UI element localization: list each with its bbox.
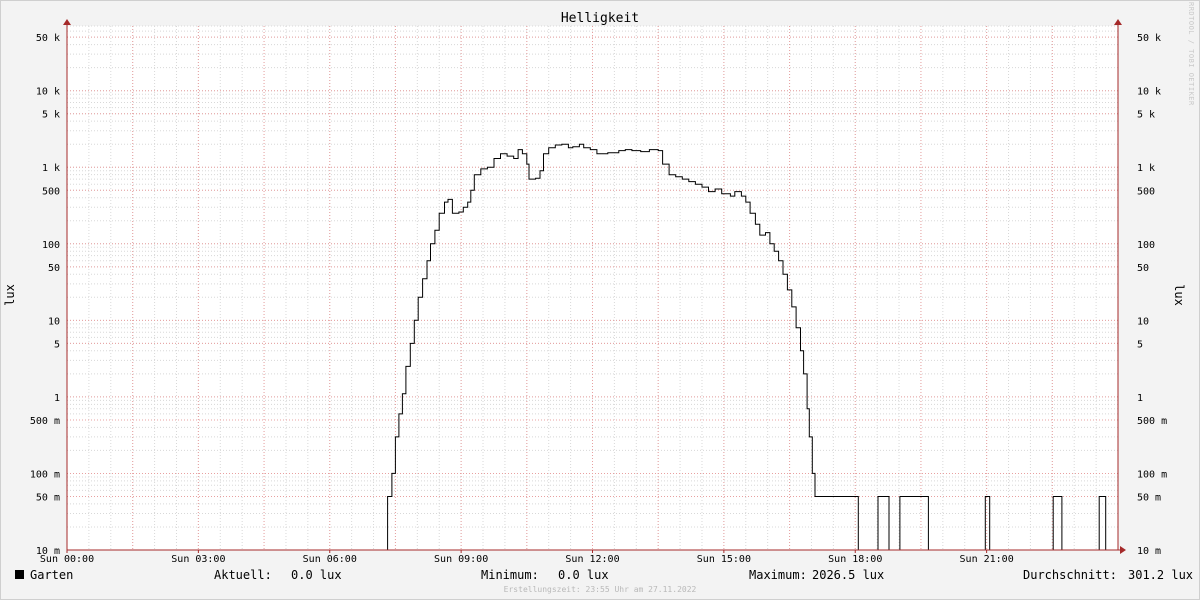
current-value: 0.0 lux — [291, 568, 342, 582]
y-tick-label: 100 — [1137, 240, 1155, 251]
y-tick-labels-right: 10 m 50 m 100 m 500 m 1 5 10 50 100 500 1 k 5 k 10 k… — [1137, 33, 1167, 557]
x-tick-label: Sun 09:00 — [434, 554, 488, 565]
y-tick-label: 1 — [54, 393, 60, 404]
x-tick-label: Sun 00:00 — [40, 554, 94, 565]
minimum-label: Minimum: — [481, 568, 539, 582]
legend-swatch-garten — [15, 570, 24, 579]
y-tick-label: 50 — [1137, 263, 1149, 274]
y-tick-label: 5 — [1137, 339, 1143, 350]
x-tick-label: Sun 06:00 — [303, 554, 357, 565]
y-tick-label: 100 m — [30, 469, 60, 480]
y-tick-label: 50 m — [1137, 492, 1161, 503]
x-axis-arrow — [1120, 546, 1126, 554]
y-tick-label: 50 k — [1137, 33, 1161, 44]
y-tick-label: 1 k — [1137, 163, 1155, 174]
x-tick-label: Sun 18:00 — [828, 554, 882, 565]
legend-series-name: Garten — [30, 568, 74, 582]
x-tick-label: Sun 15:00 — [697, 554, 751, 565]
chart-canvas: 10 m 50 m 100 m 500 m 1 5 10 50 100 500 1 k 5 k 10 k… — [30, 19, 1167, 565]
creation-timestamp: Erstellungszeit: 23:55 Uhr am 27.11.2022 — [503, 585, 697, 594]
y-tick-labels-left: 10 m50 m100 m500 m1510501005001 k5 k10 k… — [30, 33, 60, 557]
x-tick-label: Sun 12:00 — [565, 554, 619, 565]
y-tick-label: 5 k — [42, 110, 60, 121]
current-label: Aktuell: — [214, 568, 272, 582]
y-tick-label: 10 — [48, 316, 60, 327]
y-tick-label: 500 — [1137, 186, 1155, 197]
rrdtool-watermark: RRDTOOL / TOBI OETIKER — [1187, 2, 1195, 106]
y-tick-label: 10 k — [36, 87, 60, 98]
y-tick-label: 500 m — [30, 416, 60, 427]
y-tick-label: 50 — [48, 263, 60, 274]
y-tick-label: 1 k — [42, 163, 60, 174]
average-label: Durchschnitt: — [1023, 568, 1117, 582]
x-tick-label: Sun 21:00 — [960, 554, 1014, 565]
y-tick-label: 10 k — [1137, 87, 1161, 98]
y-tick-label: 500 — [42, 186, 60, 197]
y-axis-label-right: lux — [1172, 284, 1186, 306]
y-tick-label: 5 — [54, 339, 60, 350]
y-axis-label-left: lux — [3, 284, 17, 306]
minimum-value: 0.0 lux — [558, 568, 609, 582]
y-tick-label: 100 — [42, 240, 60, 251]
y-tick-label: 50 k — [36, 33, 60, 44]
y-tick-label: 10 — [1137, 316, 1149, 327]
chart-title: Helligkeit — [560, 11, 640, 26]
y-tick-label: 50 m — [36, 492, 60, 503]
y-tick-label: 5 k — [1137, 110, 1155, 121]
maximum-value: 2026.5 lux — [812, 568, 885, 582]
y-tick-label: 100 m — [1137, 469, 1167, 480]
average-value: 301.2 lux — [1128, 568, 1194, 582]
y-tick-label: 500 m — [1137, 416, 1167, 427]
x-tick-label: Sun 03:00 — [171, 554, 225, 565]
x-tick-labels: Sun 00:00 Sun 03:00 Sun 06:00 Sun 09:00 Sun … — [40, 550, 1014, 565]
y-tick-label: 1 — [1137, 393, 1143, 404]
maximum-label: Maximum: — [749, 568, 807, 582]
y-tick-label: 10 m — [1137, 546, 1161, 557]
